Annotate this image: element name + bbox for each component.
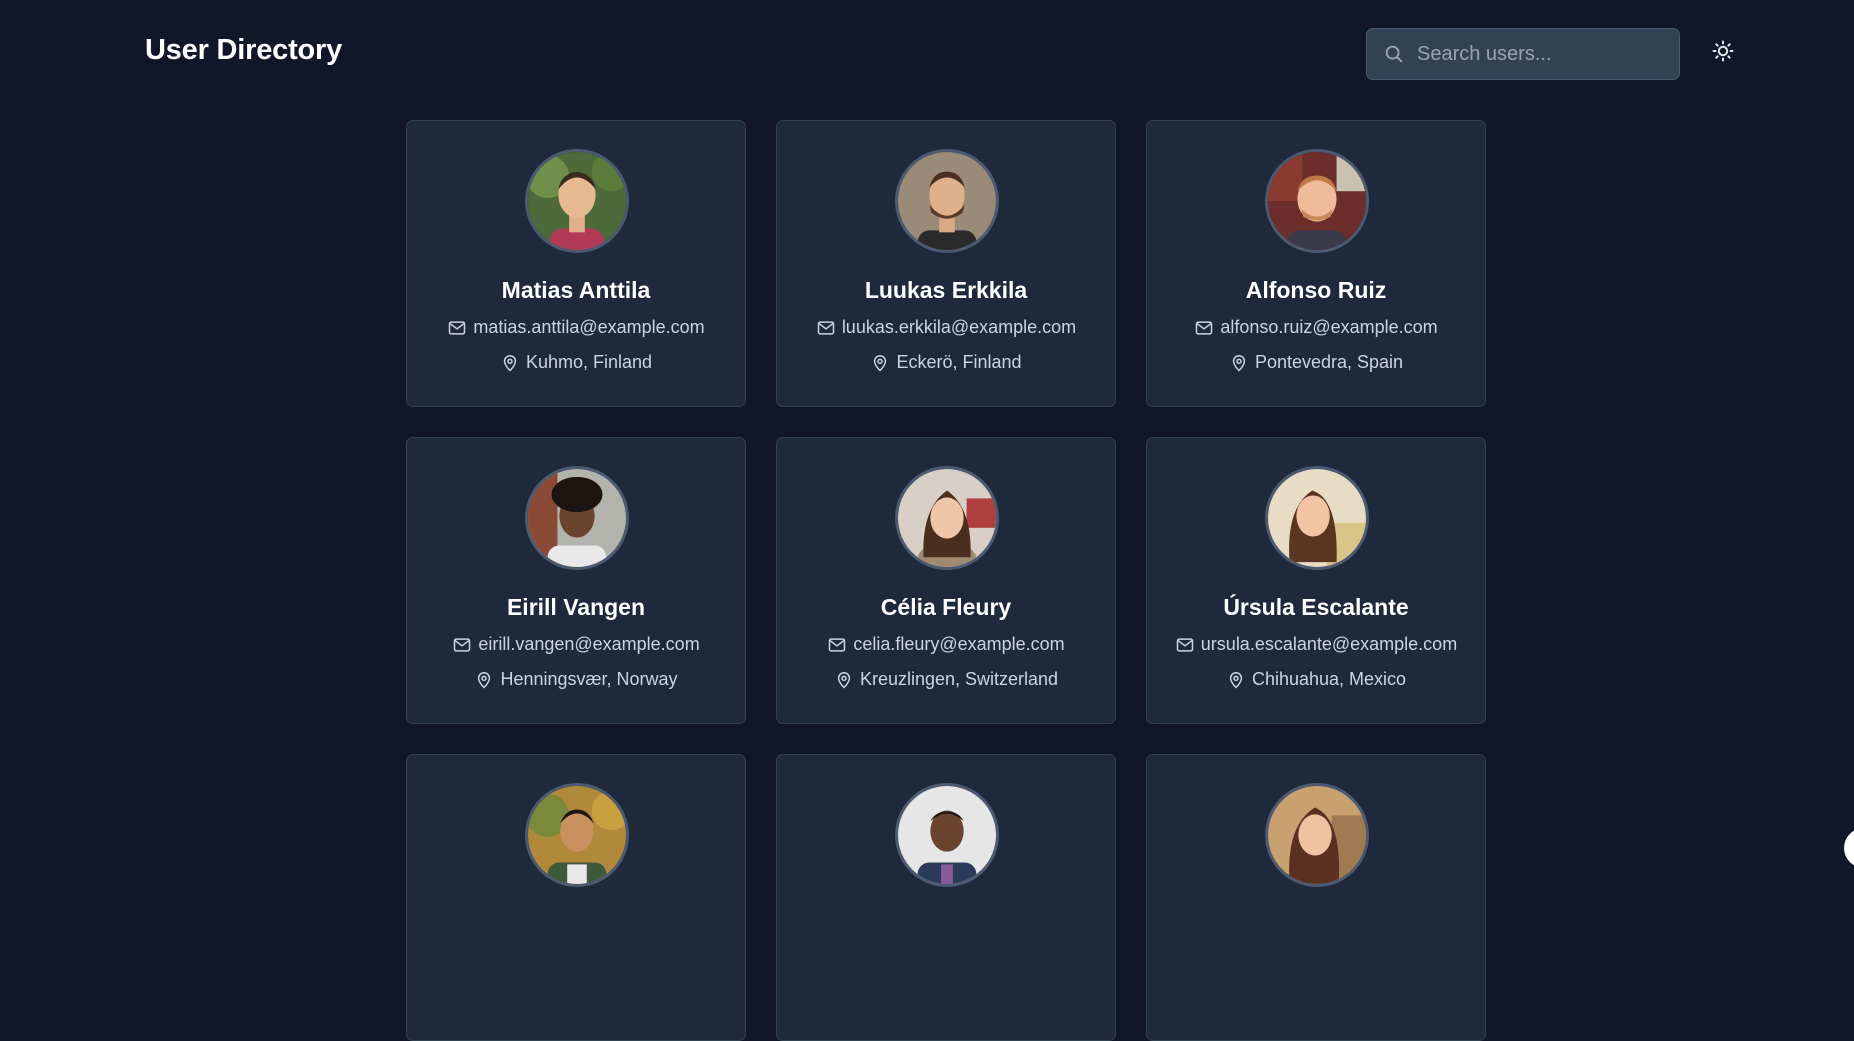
user-location: Kreuzlingen, Switzerland: [859, 669, 1059, 689]
user-email-row: matias.anttila@example.com: [407, 317, 745, 338]
avatar: [895, 466, 999, 570]
search-input[interactable]: [1417, 29, 1672, 79]
user-email: ursula.escalante@example.com: [1200, 634, 1458, 654]
user-location-row: Eckerö, Finland: [777, 352, 1115, 373]
user-location-row: Kreuzlingen, Switzerland: [777, 669, 1115, 690]
user-card[interactable]: Eirill Vangen eirill.vangen@example.com …: [406, 437, 746, 724]
user-email: celia.fleury@example.com: [853, 634, 1065, 654]
user-card[interactable]: Matias Anttila matias.anttila@example.co…: [406, 120, 746, 407]
map-pin-icon: [503, 354, 517, 372]
user-email: alfonso.ruiz@example.com: [1220, 317, 1438, 337]
user-card[interactable]: [776, 754, 1116, 1041]
avatar: [1265, 149, 1369, 253]
map-pin-icon: [478, 671, 491, 689]
user-email: luukas.erkkila@example.com: [841, 317, 1077, 337]
map-pin-icon: [1229, 671, 1243, 689]
user-location-row: Pontevedra, Spain: [1147, 352, 1485, 373]
user-name: Matias Anttila: [501, 277, 651, 303]
user-email: matias.anttila@example.com: [473, 317, 705, 337]
user-location: Pontevedra, Spain: [1254, 352, 1404, 372]
user-name: Eirill Vangen: [506, 594, 646, 620]
mail-icon: [454, 637, 471, 652]
map-pin-icon: [874, 354, 887, 372]
user-card[interactable]: [406, 754, 746, 1041]
user-email-row: alfonso.ruiz@example.com: [1147, 317, 1485, 338]
avatar: [1265, 783, 1369, 887]
search-box[interactable]: [1366, 28, 1680, 80]
user-card[interactable]: Úrsula Escalante ursula.escalante@exampl…: [1146, 437, 1486, 724]
search-icon: [1383, 43, 1405, 65]
user-location-row: Kuhmo, Finland: [407, 352, 745, 373]
user-name: Alfonso Ruiz: [1245, 277, 1387, 303]
user-location: Henningsvær, Norway: [500, 669, 678, 689]
user-email-row: eirill.vangen@example.com: [407, 634, 745, 655]
user-email-row: celia.fleury@example.com: [777, 634, 1115, 655]
avatar: [525, 149, 629, 253]
page-title: User Directory: [145, 34, 343, 66]
user-card[interactable]: Luukas Erkkila luukas.erkkila@example.co…: [776, 120, 1116, 407]
page-header: User Directory: [0, 0, 1854, 108]
avatar: [525, 783, 629, 887]
user-email: eirill.vangen@example.com: [478, 634, 700, 654]
mail-icon: [1176, 637, 1194, 652]
user-name: Célia Fleury: [880, 594, 1012, 620]
floating-action-button[interactable]: [1844, 828, 1854, 868]
mail-icon: [449, 320, 466, 335]
user-location: Eckerö, Finland: [896, 352, 1022, 372]
user-card[interactable]: Célia Fleury celia.fleury@example.com Kr…: [776, 437, 1116, 724]
mail-icon: [817, 320, 835, 335]
user-name: Luukas Erkkila: [864, 277, 1028, 303]
user-card-grid: Matias Anttila matias.anttila@example.co…: [406, 120, 1486, 1041]
sun-icon: [1711, 39, 1735, 68]
mail-icon: [1196, 320, 1213, 335]
theme-toggle-button[interactable]: [1708, 38, 1738, 68]
user-name: Úrsula Escalante: [1223, 594, 1409, 620]
user-location-row: Henningsvær, Norway: [407, 669, 745, 690]
avatar: [895, 783, 999, 887]
user-location: Kuhmo, Finland: [525, 352, 653, 372]
user-location-row: Chihuahua, Mexico: [1147, 669, 1485, 690]
mail-icon: [829, 637, 846, 652]
avatar: [895, 149, 999, 253]
user-location: Chihuahua, Mexico: [1251, 669, 1407, 689]
user-card[interactable]: [1146, 754, 1486, 1041]
user-email-row: luukas.erkkila@example.com: [777, 317, 1115, 338]
user-card[interactable]: Alfonso Ruiz alfonso.ruiz@example.com Po…: [1146, 120, 1486, 407]
user-email-row: ursula.escalante@example.com: [1147, 634, 1485, 655]
avatar: [525, 466, 629, 570]
map-pin-icon: [1232, 354, 1246, 372]
avatar: [1265, 466, 1369, 570]
map-pin-icon: [837, 671, 851, 689]
